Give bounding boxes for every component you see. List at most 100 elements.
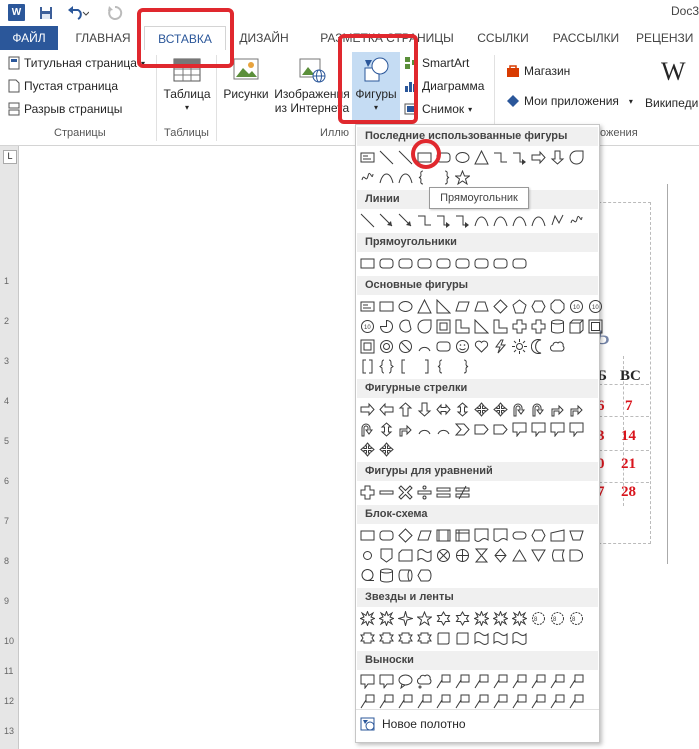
shape-noSym-icon[interactable]	[396, 337, 415, 356]
shape-direct-icon[interactable]	[396, 566, 415, 585]
shape-magdisk-icon[interactable]	[377, 566, 396, 585]
shape-burst-icon[interactable]	[358, 609, 377, 628]
shape-oval2-icon[interactable]	[396, 672, 415, 691]
shape-star8-icon[interactable]: 8	[548, 609, 567, 628]
shape-brace-icon[interactable]	[415, 168, 434, 187]
shape-diamond-icon[interactable]	[396, 526, 415, 545]
shape-rrect-icon[interactable]	[377, 254, 396, 273]
shape-pent-icon[interactable]	[510, 297, 529, 316]
shape-rrect-icon[interactable]	[434, 254, 453, 273]
shape-pie-icon[interactable]	[377, 317, 396, 336]
blank-page-button[interactable]: Пустая страница	[8, 79, 118, 93]
shape-prep-icon[interactable]	[529, 526, 548, 545]
shape-rbr-icon[interactable]	[415, 357, 434, 376]
shape-lineCallout-icon[interactable]	[510, 672, 529, 691]
shape-ribbon-icon[interactable]	[415, 629, 434, 648]
shape-arrowL-icon[interactable]	[377, 400, 396, 419]
shape-octo-icon[interactable]	[548, 297, 567, 316]
shape-elbow-icon[interactable]	[491, 148, 510, 167]
shape-tear-icon[interactable]	[567, 148, 586, 167]
shape-lineCallout-icon[interactable]	[472, 672, 491, 691]
shape-ribbon-icon[interactable]	[358, 629, 377, 648]
shape-wave-icon[interactable]	[472, 629, 491, 648]
shape-callout-icon[interactable]	[510, 420, 529, 439]
undo-icon[interactable]	[64, 3, 92, 23]
shape-num-icon[interactable]: 10	[586, 297, 605, 316]
shape-plus-icon[interactable]	[510, 317, 529, 336]
shape-star8-icon[interactable]: 8	[529, 609, 548, 628]
shape-lineCallout-icon[interactable]	[491, 672, 510, 691]
shape-arrowD-icon[interactable]	[548, 148, 567, 167]
shape-callout-icon[interactable]	[529, 420, 548, 439]
shape-quad-icon[interactable]	[472, 400, 491, 419]
shape-star-icon[interactable]	[453, 168, 472, 187]
shape-bent-icon[interactable]	[567, 400, 586, 419]
shape-elbow-icon[interactable]	[415, 211, 434, 230]
shape-burst-icon[interactable]	[472, 609, 491, 628]
shape-curve-icon[interactable]	[510, 211, 529, 230]
shape-offpage-icon[interactable]	[377, 546, 396, 565]
shape-num-icon[interactable]: 10	[567, 297, 586, 316]
save-icon[interactable]	[36, 3, 56, 23]
word-logo-icon[interactable]: W	[8, 4, 25, 21]
cover-page-button[interactable]: Титульная страница ▾	[8, 56, 145, 70]
shape-rrect-icon[interactable]	[377, 526, 396, 545]
shape-intstore-icon[interactable]	[453, 526, 472, 545]
shape-bent-icon[interactable]	[396, 420, 415, 439]
shape-scribble-icon[interactable]	[358, 168, 377, 187]
shape-minus-icon[interactable]	[377, 483, 396, 502]
shape-donut-icon[interactable]	[377, 337, 396, 356]
shape-udarrow-icon[interactable]	[377, 420, 396, 439]
shape-arrowline-icon[interactable]	[396, 211, 415, 230]
shape-lshape-icon[interactable]	[491, 317, 510, 336]
shape-delay-icon[interactable]	[567, 546, 586, 565]
shape-rrect-icon[interactable]	[472, 254, 491, 273]
shape-uturn-icon[interactable]	[510, 400, 529, 419]
shape-manop-icon[interactable]	[567, 526, 586, 545]
shape-seqacc-icon[interactable]	[358, 566, 377, 585]
shape-manin-icon[interactable]	[548, 526, 567, 545]
shape-lineCallout-icon[interactable]	[567, 672, 586, 691]
shape-cloud2-icon[interactable]	[415, 672, 434, 691]
shape-rect-icon[interactable]	[358, 254, 377, 273]
shape-tri-icon[interactable]	[415, 297, 434, 316]
shape-tear-icon[interactable]	[415, 317, 434, 336]
shape-tape-icon[interactable]	[415, 546, 434, 565]
shape-conn-icon[interactable]	[358, 546, 377, 565]
shape-chevron-icon[interactable]	[453, 420, 472, 439]
shape-quad-icon[interactable]	[491, 400, 510, 419]
shape-freeform-icon[interactable]	[548, 211, 567, 230]
shape-sort-icon[interactable]	[491, 546, 510, 565]
shape-curve-icon[interactable]	[472, 211, 491, 230]
shape-arrowD-icon[interactable]	[415, 400, 434, 419]
shape-calloutR-icon[interactable]	[377, 672, 396, 691]
shape-display-icon[interactable]	[415, 566, 434, 585]
shape-callout-icon[interactable]	[358, 672, 377, 691]
shape-cube-icon[interactable]	[567, 317, 586, 336]
shape-lineCallout-icon[interactable]	[434, 672, 453, 691]
shape-burst-icon[interactable]	[510, 609, 529, 628]
shape-bevel-icon[interactable]	[586, 317, 605, 336]
shape-para-icon[interactable]	[415, 526, 434, 545]
shape-term-icon[interactable]	[510, 526, 529, 545]
shape-extract-icon[interactable]	[510, 546, 529, 565]
shape-chord-icon[interactable]	[396, 317, 415, 336]
shape-lineCallout-icon[interactable]	[453, 672, 472, 691]
shape-rrect-icon[interactable]	[510, 254, 529, 273]
shape-star-icon[interactable]	[415, 609, 434, 628]
shape-text-icon[interactable]	[358, 297, 377, 316]
shape-arrowline-icon[interactable]	[377, 211, 396, 230]
shape-rect-icon[interactable]	[358, 526, 377, 545]
shape-arc-icon[interactable]	[415, 337, 434, 356]
shape-collate-icon[interactable]	[472, 546, 491, 565]
shape-sumj-icon[interactable]	[434, 546, 453, 565]
tab-home[interactable]: ГЛАВНАЯ	[66, 26, 140, 50]
shape-can-icon[interactable]	[548, 317, 567, 336]
shape-bracer-icon[interactable]	[434, 168, 453, 187]
shape-scroll-icon[interactable]	[453, 629, 472, 648]
shape-card-icon[interactable]	[396, 546, 415, 565]
shape-plus-icon[interactable]	[529, 317, 548, 336]
shape-star6-icon[interactable]	[453, 609, 472, 628]
shape-quad-icon[interactable]	[358, 440, 377, 459]
shape-doc-icon[interactable]	[472, 526, 491, 545]
